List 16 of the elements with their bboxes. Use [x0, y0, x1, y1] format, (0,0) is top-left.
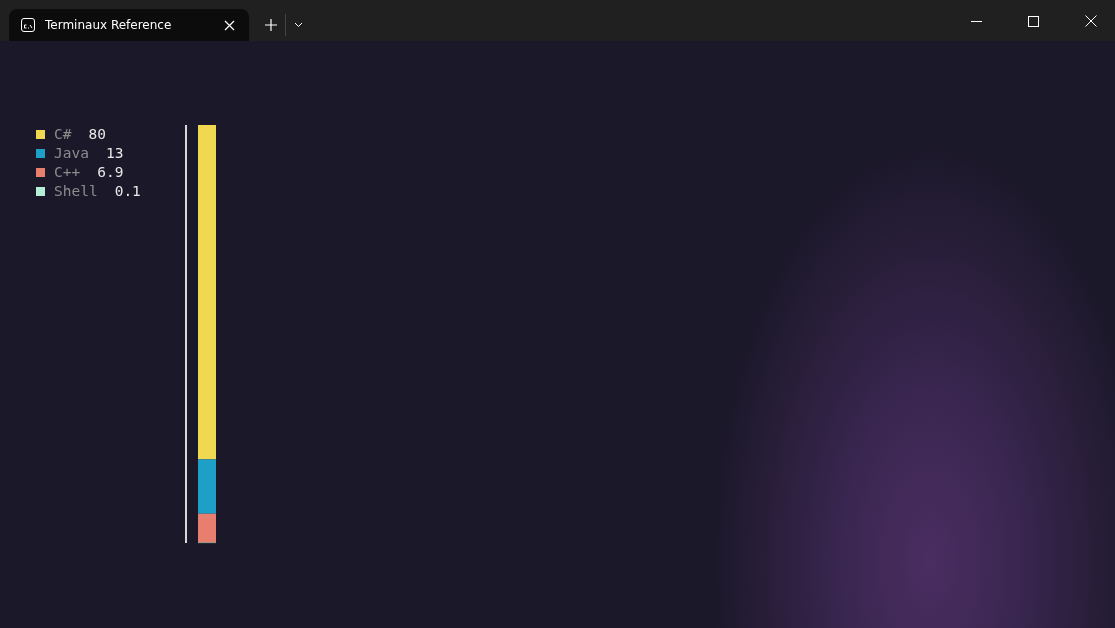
legend-label: C#	[54, 125, 72, 144]
maximize-icon[interactable]	[1028, 16, 1039, 27]
legend-value: 0.1	[114, 182, 141, 201]
close-tab-icon[interactable]	[224, 19, 235, 31]
terminal-icon	[21, 18, 35, 32]
dropdown-icon[interactable]	[294, 22, 303, 28]
legend-value: 80	[88, 125, 106, 144]
close-icon[interactable]	[1085, 15, 1097, 27]
legend-value: 13	[105, 144, 124, 163]
legend-label: Java	[54, 144, 89, 163]
legend-label: Shell	[54, 182, 98, 201]
new-tab-icon[interactable]	[265, 19, 277, 31]
tab-title: Terminaux Reference	[45, 18, 173, 32]
legend-label: C++	[54, 163, 81, 182]
terminal-tab[interactable]: Terminaux Reference	[9, 9, 249, 41]
legend-value: 6.9	[97, 163, 124, 182]
